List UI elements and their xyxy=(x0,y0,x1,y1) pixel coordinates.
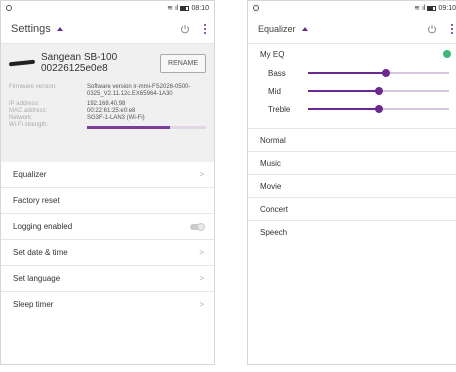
battery-icon xyxy=(427,5,437,11)
rename-button[interactable]: RENAME xyxy=(160,53,206,73)
info-value: SG3F-1-LAN3 (Wi-Fi) xyxy=(87,115,145,121)
device-name: Sangean SB-100 00226125e0e8 xyxy=(41,52,118,74)
logging-toggle[interactable] xyxy=(190,222,205,231)
chevron-right-icon: > xyxy=(199,300,204,309)
check-icon xyxy=(443,50,451,58)
preset-normal[interactable]: Normal xyxy=(248,129,456,152)
info-key: IP address: xyxy=(9,101,40,107)
caret-up-icon xyxy=(301,27,308,31)
overflow-menu-icon[interactable] xyxy=(450,23,453,35)
info-key: Wi-Fi strength: xyxy=(9,122,49,128)
menu-item-logging[interactable]: Logging enabled xyxy=(1,214,214,240)
menu-item-sleep-timer[interactable]: Sleep timer > xyxy=(1,292,214,317)
caret-up-icon xyxy=(56,27,63,31)
my-eq-row[interactable]: My EQ xyxy=(248,44,456,64)
title-dropdown[interactable]: Equalizer xyxy=(258,24,427,34)
slider-knob[interactable] xyxy=(381,69,390,77)
wifi-strength-bar xyxy=(87,126,206,129)
preset-speech[interactable]: Speech xyxy=(248,221,456,243)
device-info-list: Firmware version: Software version ir-mm… xyxy=(9,84,206,129)
menu-item-equalizer[interactable]: Equalizer > xyxy=(1,162,214,188)
speaker-icon xyxy=(8,59,36,67)
wifi-icon: ≋ xyxy=(167,5,173,12)
info-value: 00:22:61:25:e0:e8 xyxy=(87,108,136,114)
title-dropdown[interactable]: Settings xyxy=(11,23,180,35)
power-icon[interactable] xyxy=(427,24,437,34)
menu-item-factory-reset[interactable]: Factory reset xyxy=(1,188,214,214)
toolbar: Equalizer xyxy=(248,15,456,44)
eq-band-treble: Treble xyxy=(248,100,456,118)
notification-icon xyxy=(6,5,12,11)
status-bar: ≋ ıl 08:10 xyxy=(1,1,214,15)
device-info-card: Sangean SB-100 00226125e0e8 RENAME Firmw… xyxy=(1,44,214,162)
status-bar: ≋ ıl 09:10 xyxy=(248,1,456,15)
battery-icon xyxy=(180,5,190,11)
chevron-right-icon: > xyxy=(199,248,204,257)
toolbar: Settings xyxy=(1,15,214,44)
status-time: 08:10 xyxy=(191,4,209,12)
preset-movie[interactable]: Movie xyxy=(248,175,456,198)
power-icon[interactable] xyxy=(180,24,190,34)
chevron-right-icon: > xyxy=(199,170,204,179)
wifi-icon: ≋ xyxy=(414,5,420,12)
bass-slider[interactable] xyxy=(308,69,449,77)
info-value: 192.168.40.98 xyxy=(87,101,126,107)
wifi-strength-fill xyxy=(87,126,171,129)
equalizer-screen: ≋ ıl 09:10 Equalizer My EQ Bass Mid Treb… xyxy=(247,0,456,365)
page-title: Settings xyxy=(11,23,51,35)
overflow-menu-icon[interactable] xyxy=(203,23,206,35)
slider-knob[interactable] xyxy=(374,87,383,95)
settings-screen: ≋ ıl 08:10 Settings Sangean SB-100 00226… xyxy=(0,0,215,365)
info-key: Network: xyxy=(9,115,33,121)
page-title: Equalizer xyxy=(258,24,296,34)
signal-icon: ıl xyxy=(421,4,426,12)
signal-icon: ıl xyxy=(174,4,179,12)
mid-slider[interactable] xyxy=(308,87,449,95)
menu-item-date-time[interactable]: Set date & time > xyxy=(1,240,214,266)
status-time: 09:10 xyxy=(438,4,456,12)
info-key: Firmware version: xyxy=(9,84,57,90)
treble-slider[interactable] xyxy=(308,105,449,113)
preset-music[interactable]: Music xyxy=(248,152,456,175)
info-key: MAC address: xyxy=(9,108,48,114)
my-eq-label: My EQ xyxy=(260,49,285,59)
notification-icon xyxy=(253,5,259,11)
eq-band-bass: Bass xyxy=(248,64,456,82)
chevron-right-icon: > xyxy=(199,274,204,283)
slider-knob[interactable] xyxy=(374,105,383,113)
info-value: Software version ir-mmi-FS2026-0500-0325… xyxy=(87,84,191,97)
eq-band-mid: Mid xyxy=(248,82,456,100)
preset-concert[interactable]: Concert xyxy=(248,198,456,221)
menu-item-language[interactable]: Set language > xyxy=(1,266,214,292)
